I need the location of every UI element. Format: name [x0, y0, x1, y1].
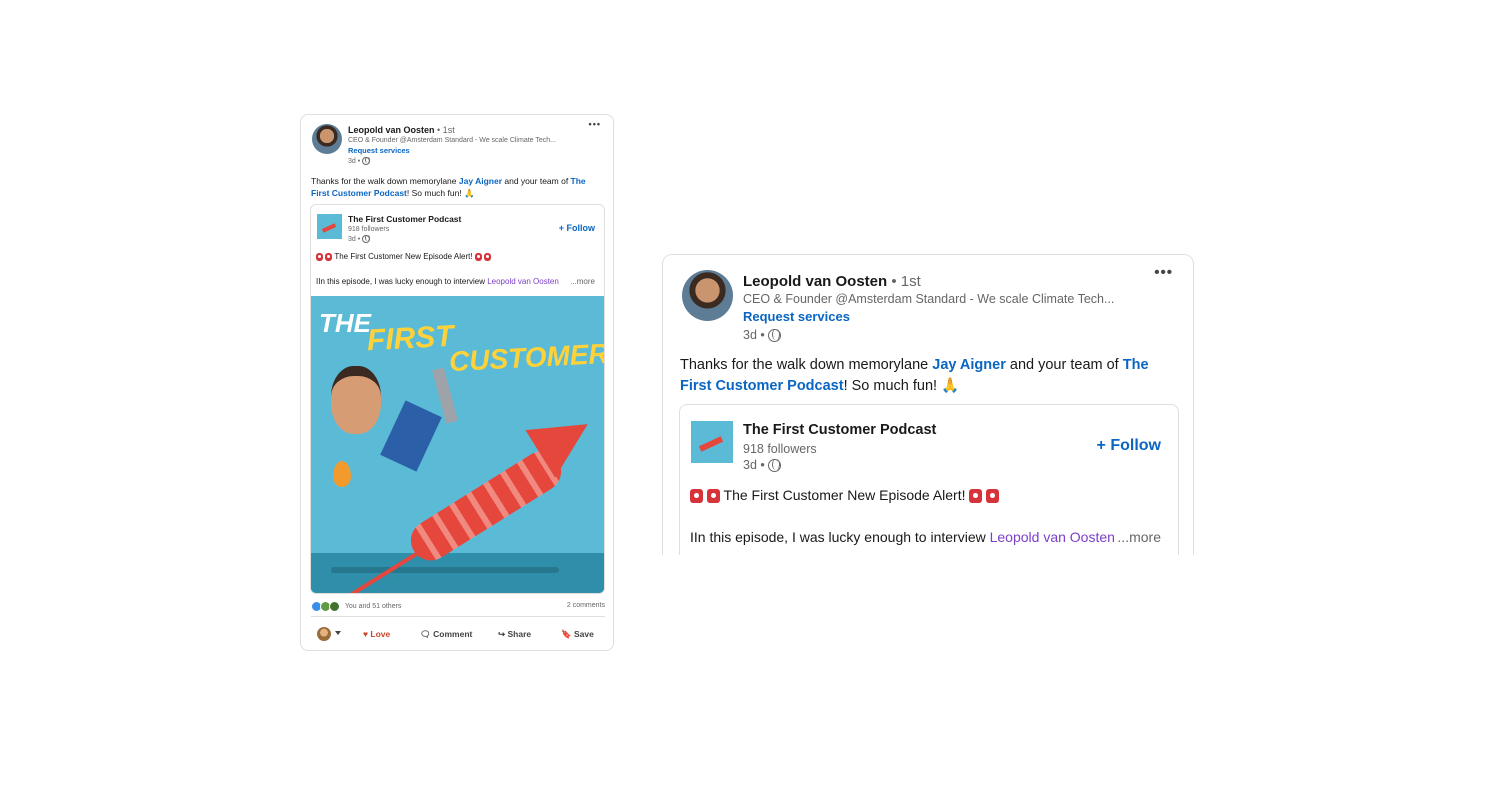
post-time: 3d •	[348, 157, 371, 165]
post-text-part: and your team of	[1005, 357, 1123, 373]
shared-time: 3d •	[743, 458, 782, 473]
more-icon[interactable]: •••	[1154, 264, 1173, 281]
save-button[interactable]: 🔖 Save	[561, 629, 594, 640]
rocket-illustration	[403, 443, 569, 569]
author-headline: CEO & Founder @Amsterdam Standard - We s…	[348, 137, 556, 144]
connection-degree: • 1st	[891, 273, 921, 290]
podcast-logo[interactable]	[691, 421, 733, 463]
post-text-part: Thanks for the walk down memorylane	[311, 176, 459, 186]
comments-count[interactable]: 2 comments	[567, 602, 605, 609]
podcast-name[interactable]: The First Customer Podcast	[743, 422, 936, 438]
podcast-name[interactable]: The First Customer Podcast	[348, 214, 461, 224]
post-text-part: ! So much fun! 🙏	[843, 378, 960, 394]
post-time: 3d •	[743, 328, 782, 343]
see-more-button[interactable]: ...more	[1114, 529, 1161, 545]
reactions-count[interactable]: You and 51 others	[345, 603, 402, 610]
post-text: Thanks for the walk down memorylane Jay …	[680, 355, 1180, 397]
siren-icon	[986, 489, 1000, 504]
flame-illustration	[333, 461, 351, 487]
author-avatar[interactable]	[312, 124, 342, 154]
interview-text: IIn this episode, I was lucky enough to …	[690, 529, 1120, 545]
follow-button[interactable]: + Follow	[559, 223, 595, 233]
globe-icon	[362, 157, 371, 165]
social-counts: You and 51 others 2 comments	[311, 601, 605, 612]
siren-icon	[325, 252, 333, 261]
action-bar: ♥ Love 🗨 Comment ↪ Share 🔖 Save	[311, 626, 605, 644]
globe-icon	[768, 459, 782, 473]
globe-icon	[768, 329, 782, 343]
bookmark-icon: 🔖	[561, 629, 572, 639]
see-more-button[interactable]: ...more	[568, 277, 595, 286]
shared-time-text: 3d •	[348, 235, 361, 243]
cover-title-line1: THE	[319, 308, 371, 338]
follower-count: 918 followers	[348, 226, 390, 233]
post-time-text: 3d •	[348, 157, 361, 165]
globe-icon	[362, 235, 371, 243]
save-label: Save	[573, 629, 594, 639]
share-button[interactable]: ↪ Share	[498, 629, 531, 640]
request-services-link[interactable]: Request services	[348, 146, 410, 155]
author-name-text[interactable]: Leopold van Oosten	[743, 273, 887, 290]
siren-icon	[316, 252, 323, 261]
follow-button[interactable]: + Follow	[1097, 437, 1161, 455]
viewer-avatar[interactable]	[317, 627, 331, 641]
podcast-cover-image[interactable]: THE FIRST CUSTOMER	[311, 296, 605, 593]
post-time-text: 3d •	[743, 328, 765, 342]
person-body-illustration	[380, 400, 442, 472]
heart-icon: ♥	[363, 629, 369, 639]
shared-time: 3d •	[348, 235, 371, 243]
follower-count: 918 followers	[743, 442, 817, 456]
request-services-link[interactable]: Request services	[743, 309, 850, 324]
support-reaction-icon[interactable]	[328, 601, 340, 612]
siren-icon	[969, 489, 983, 504]
more-icon[interactable]: •••	[589, 119, 601, 129]
love-button[interactable]: ♥ Love	[363, 629, 390, 639]
post-text-part: and your team of	[502, 176, 571, 186]
caret-down-icon[interactable]	[335, 631, 341, 635]
siren-icon	[690, 489, 703, 504]
alert-text: The First Customer New Episode Alert!	[723, 487, 966, 503]
comment-button[interactable]: 🗨 Comment	[420, 629, 472, 640]
interview-text-part: IIn this episode, I was lucky enough to …	[690, 529, 990, 545]
post-card-small: Leopold van Oosten • 1st CEO & Founder @…	[300, 114, 614, 651]
mention-jay-aigner[interactable]: Jay Aigner	[459, 176, 502, 186]
cover-title-line2: FIRST	[366, 319, 455, 358]
shared-post[interactable]: The First Customer Podcast 918 followers…	[679, 404, 1179, 555]
share-label: Share	[507, 629, 532, 639]
shared-post[interactable]: The First Customer Podcast 918 followers…	[310, 204, 605, 594]
author-avatar[interactable]	[682, 270, 733, 321]
siren-icon	[474, 252, 482, 261]
siren-icon	[484, 252, 492, 261]
post-text-part: ! So much fun! 🙏	[406, 188, 475, 198]
author-name[interactable]: Leopold van Oosten • 1st	[348, 125, 455, 135]
shared-time-text: 3d •	[743, 458, 765, 472]
interview-text: IIn this episode, I was lucky enough to …	[316, 277, 596, 286]
connection-degree: • 1st	[437, 125, 455, 135]
episode-alert: The First Customer New Episode Alert!	[316, 252, 492, 261]
love-label: Love	[370, 629, 391, 639]
mention-leopold[interactable]: Leopold van Oosten	[990, 529, 1115, 545]
episode-alert: The First Customer New Episode Alert!	[690, 487, 1000, 504]
interview-text-part: IIn this episode, I was lucky enough to …	[316, 277, 488, 286]
divider	[311, 616, 605, 617]
share-icon: ↪	[498, 629, 506, 639]
podcast-logo[interactable]	[317, 214, 342, 239]
post-text-part: Thanks for the walk down memorylane	[680, 357, 933, 373]
author-name-text[interactable]: Leopold van Oosten	[348, 125, 435, 135]
comment-label: Comment	[433, 629, 473, 639]
cover-title-line3: CUSTOMER	[448, 337, 605, 378]
post-card-zoomed: Leopold van Oosten • 1st CEO & Founder @…	[662, 254, 1194, 555]
mention-leopold[interactable]: Leopold van Oosten	[487, 277, 559, 286]
author-headline: CEO & Founder @Amsterdam Standard - We s…	[743, 292, 1115, 306]
alert-text: The First Customer New Episode Alert!	[334, 252, 473, 261]
post-text: Thanks for the walk down memorylane Jay …	[311, 175, 603, 199]
cover-ground	[311, 553, 604, 593]
comment-icon: 🗨	[420, 629, 431, 639]
mention-jay-aigner[interactable]: Jay Aigner	[932, 357, 1006, 373]
person-face-illustration	[331, 366, 381, 434]
siren-icon	[706, 489, 720, 504]
author-name[interactable]: Leopold van Oosten • 1st	[743, 273, 921, 290]
